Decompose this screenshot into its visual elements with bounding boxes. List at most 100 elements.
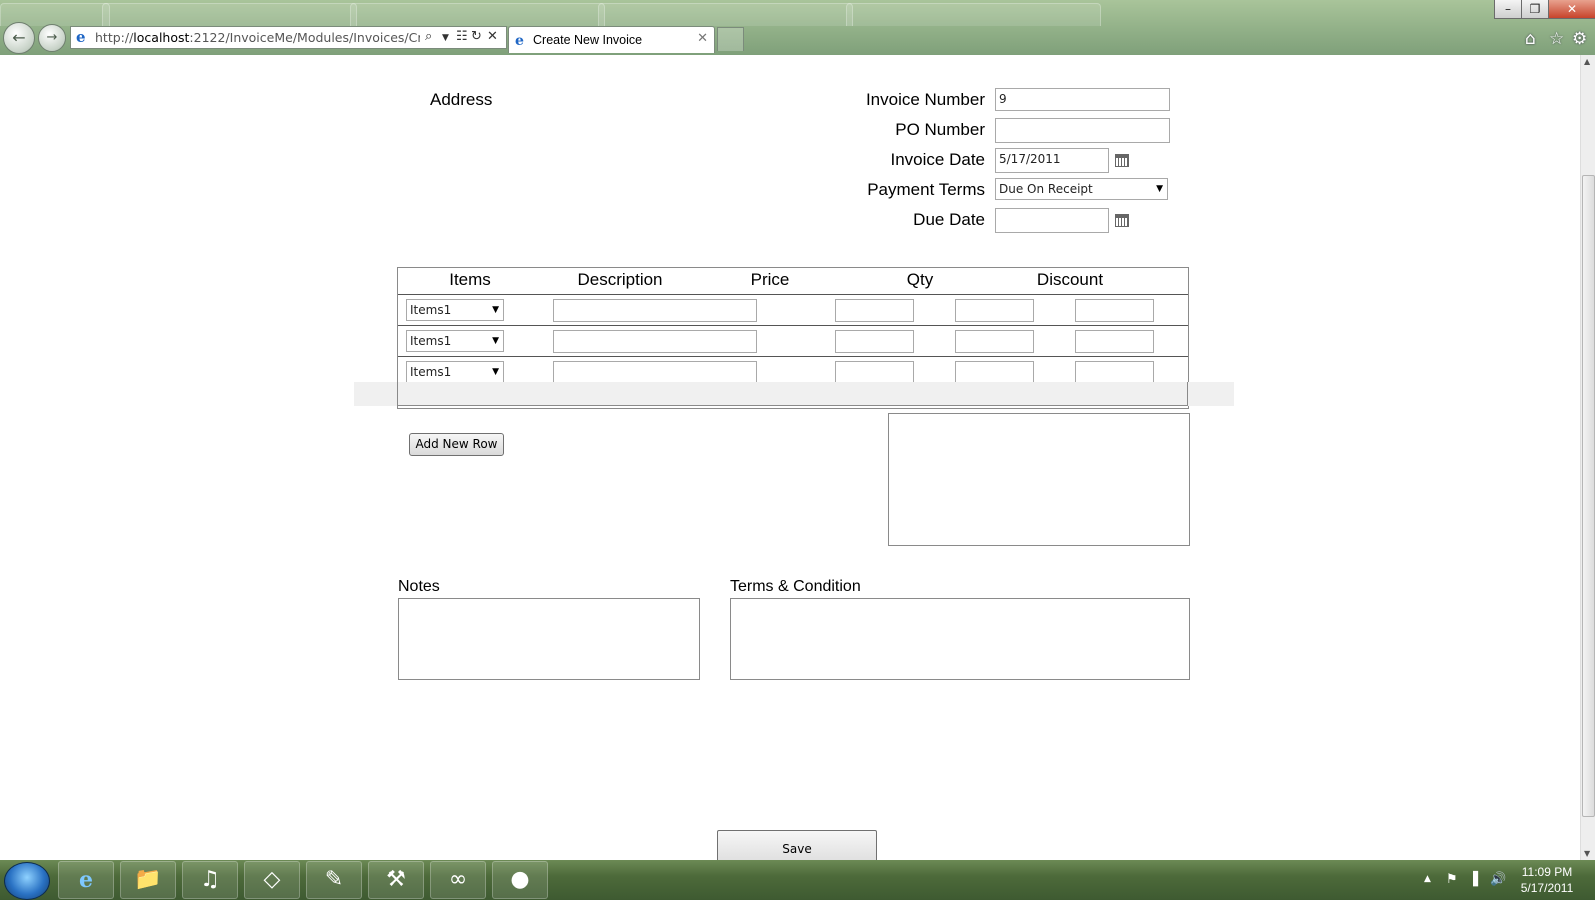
item-select[interactable]: Items1 ▼ (406, 361, 504, 383)
description-field[interactable] (553, 330, 757, 353)
po-number-field[interactable] (995, 118, 1170, 143)
payment-terms-select[interactable]: Due On Receipt ▼ (995, 178, 1168, 200)
clock[interactable]: 11:09 PM 5/17/2011 (1512, 864, 1582, 896)
invoice-date-field[interactable]: 5/17/2011 (995, 148, 1109, 173)
due-date-label: Due Date (913, 210, 985, 229)
address-bar[interactable]: e http://localhost:2122/InvoiceMe/Module… (70, 26, 507, 49)
refresh-icon[interactable]: ↻ (471, 29, 482, 44)
terms-textarea[interactable] (730, 598, 1190, 680)
address-label: Address (430, 90, 493, 109)
invoice-number-field[interactable]: 9 (995, 88, 1170, 111)
calendar-icon[interactable] (1115, 214, 1129, 227)
dropdown-arrow-icon[interactable]: ▼ (442, 33, 449, 43)
favorites-icon[interactable]: ☆ (1549, 29, 1564, 49)
discount-field[interactable] (1075, 361, 1154, 384)
background-tab[interactable] (102, 3, 357, 26)
chevron-down-icon: ▼ (1156, 184, 1163, 194)
firefox-icon[interactable]: ● (492, 861, 548, 899)
background-tab[interactable] (350, 3, 605, 26)
table-footer-row (397, 382, 1188, 406)
background-tab[interactable] (846, 3, 1101, 26)
url-path: :2122/InvoiceMe/Modules/Invoices/CreateI… (189, 30, 420, 45)
stop-icon[interactable]: ✕ (487, 29, 498, 44)
row-divider (398, 294, 1188, 295)
notes-label: Notes (398, 578, 440, 595)
invoice-date-label: Invoice Date (890, 150, 986, 169)
notes-textarea[interactable] (398, 598, 700, 680)
notepad-icon[interactable]: ✎ (306, 861, 362, 899)
network-icon[interactable]: ▐ (1468, 872, 1478, 887)
column-header-price: Price (750, 270, 790, 289)
scroll-down-icon[interactable]: ▼ (1584, 849, 1590, 858)
background-tab[interactable] (598, 3, 853, 26)
home-icon[interactable]: ⌂ (1525, 29, 1536, 49)
visual-studio-icon[interactable]: ∞ (430, 861, 486, 899)
po-number-label: PO Number (895, 120, 985, 139)
url-scheme: http:// (95, 30, 134, 45)
tab-title: Create New Invoice (533, 33, 643, 47)
url-host: localhost (133, 30, 190, 45)
totals-box (888, 413, 1190, 546)
item-select-value: Items1 (410, 334, 452, 348)
chevron-down-icon: ▼ (492, 367, 499, 377)
ie-page-icon: e (76, 28, 86, 46)
save-button[interactable]: Save (717, 830, 877, 860)
clock-date: 5/17/2011 (1520, 881, 1574, 895)
discount-field[interactable] (1075, 330, 1154, 353)
tools-icon[interactable]: ⚙ (1572, 29, 1587, 49)
invoice-number-label: Invoice Number (865, 90, 985, 109)
item-select-value: Items1 (410, 303, 452, 317)
calendar-icon[interactable] (1115, 154, 1129, 167)
discount-field[interactable] (1075, 299, 1154, 322)
visual-studio-tools-icon[interactable]: ⚒ (368, 861, 424, 899)
payment-terms-label: Payment Terms (867, 180, 985, 199)
qty-field[interactable] (955, 361, 1034, 384)
forward-button[interactable]: → (38, 24, 66, 52)
taskbar: e 📁 ♫ ◇ ✎ ⚒ ∞ ● ▲ ⚑ ▐ 🔊 11:09 PM 5/17/20… (0, 860, 1595, 900)
compat-icon[interactable]: ☷ (456, 29, 468, 44)
price-field[interactable] (835, 330, 914, 353)
tab-create-new-invoice[interactable]: e Create New Invoice ✕ (508, 26, 715, 53)
qty-field[interactable] (955, 299, 1034, 322)
tab-close-icon[interactable]: ✕ (697, 31, 708, 46)
description-field[interactable] (553, 299, 757, 322)
windows-explorer-icon[interactable]: 📁 (120, 861, 176, 899)
action-center-flag-icon[interactable]: ⚑ (1446, 872, 1458, 887)
qty-field[interactable] (955, 330, 1034, 353)
dropbox-icon[interactable]: ◇ (244, 861, 300, 899)
due-date-field[interactable] (995, 208, 1109, 233)
address-url[interactable]: http://localhost:2122/InvoiceMe/Modules/… (95, 30, 420, 45)
volume-icon[interactable]: 🔊 (1490, 872, 1506, 887)
row-divider (398, 356, 1188, 357)
item-select[interactable]: Items1 ▼ (406, 299, 504, 321)
itunes-icon[interactable]: ♫ (182, 861, 238, 899)
item-select-value: Items1 (410, 365, 452, 379)
add-new-row-button[interactable]: Add New Row (409, 433, 504, 456)
row-divider (398, 325, 1188, 326)
chevron-down-icon: ▼ (492, 336, 499, 346)
scrollbar-thumb[interactable] (1582, 175, 1595, 817)
start-button[interactable] (4, 862, 50, 900)
column-header-items: Items (449, 270, 491, 289)
page-content: Address Invoice Number 9 PO Number Invoi… (0, 55, 1580, 860)
price-field[interactable] (835, 361, 914, 384)
back-button[interactable]: ← (3, 22, 35, 54)
minimize-button[interactable]: – (1494, 0, 1522, 19)
show-hidden-icons[interactable]: ▲ (1424, 874, 1431, 884)
close-window-button[interactable]: ✕ (1548, 0, 1595, 19)
restore-button[interactable]: ❐ (1521, 0, 1549, 19)
scroll-up-icon[interactable]: ▲ (1584, 57, 1590, 66)
price-field[interactable] (835, 299, 914, 322)
item-select[interactable]: Items1 ▼ (406, 330, 504, 352)
table-footer-band (354, 382, 1234, 406)
back-icon: ← (12, 28, 26, 47)
search-icon[interactable]: ⌕ (425, 29, 432, 44)
ie-tab-icon: e (515, 33, 524, 49)
terms-label: Terms & Condition (730, 578, 861, 595)
internet-explorer-icon[interactable]: e (58, 861, 114, 899)
column-header-discount: Discount (1036, 270, 1104, 289)
description-field[interactable] (553, 361, 757, 384)
vertical-scrollbar[interactable]: ▲ ▼ (1580, 55, 1595, 860)
new-tab-button[interactable] (717, 27, 744, 51)
clock-time: 11:09 PM (1521, 865, 1573, 879)
